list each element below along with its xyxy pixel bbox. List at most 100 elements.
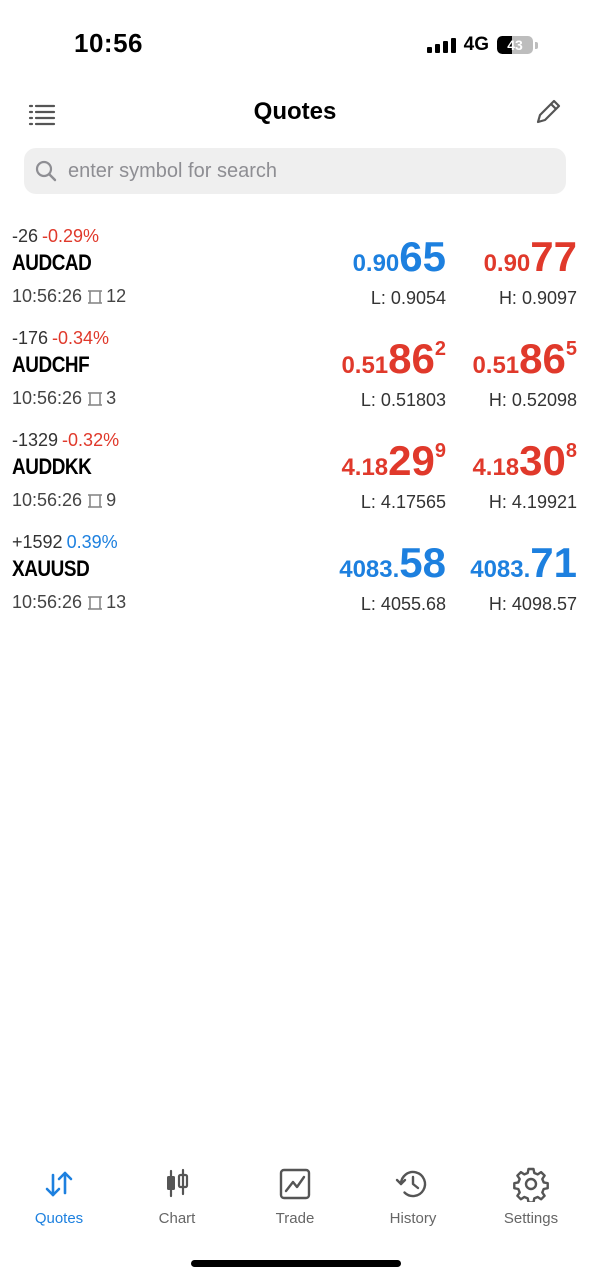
bid-price[interactable]: 0.9065 xyxy=(353,236,446,286)
time-spread-line: 10:56:26 3 xyxy=(12,388,116,409)
quote-time: 10:56:26 xyxy=(12,388,83,408)
tab-label: Settings xyxy=(503,1210,559,1227)
high-price: H: 0.9097 xyxy=(498,288,577,308)
quote-row[interactable]: -26 -0.29% AUDCAD 10:56:26 12 0.9065 0.90… xyxy=(0,226,590,328)
bid-big-digits: 29 xyxy=(388,437,435,484)
bid-superscript: 9 xyxy=(434,440,446,462)
spread-icon xyxy=(88,493,103,508)
ask-big-digits: 30 xyxy=(519,437,566,484)
time-spread-line: 10:56:26 9 xyxy=(12,490,116,511)
bid-prefix: 0.90 xyxy=(352,250,400,277)
tab-label: Quotes xyxy=(34,1210,84,1227)
low-price: L: 4.17565 xyxy=(360,492,446,512)
bid-big-digits: 86 xyxy=(388,335,435,382)
change-percent: -0.29% xyxy=(42,226,100,246)
bid-big-digits: 58 xyxy=(399,539,446,586)
change-percent: -0.34% xyxy=(52,328,110,348)
bid-prefix: 4.18 xyxy=(341,454,389,481)
spread-value: 12 xyxy=(106,286,127,306)
bid-big-digits: 65 xyxy=(399,233,446,280)
tab-label: Trade xyxy=(275,1210,315,1227)
high-price: H: 4098.57 xyxy=(488,594,577,614)
low-price: L: 4055.68 xyxy=(360,594,446,614)
ask-superscript: 5 xyxy=(565,338,577,360)
bid-price[interactable]: 4.18299 xyxy=(341,440,446,490)
quote-row[interactable]: -1329 -0.32% AUDDKK 10:56:26 9 4.18299 4.… xyxy=(0,430,590,532)
battery-icon: 43 xyxy=(497,36,533,54)
change-line: -176 -0.34% xyxy=(12,328,109,349)
bid-price[interactable]: 4083.58 xyxy=(339,542,446,592)
gear-icon xyxy=(513,1167,549,1202)
ask-prefix: 0.90 xyxy=(483,250,531,277)
change-line: -26 -0.29% xyxy=(12,226,99,247)
ask-price[interactable]: 0.51865 xyxy=(472,338,577,388)
nav-bar: Quotes xyxy=(0,92,590,140)
ask-prefix: 4083. xyxy=(470,556,531,583)
tab-chart[interactable]: Chart xyxy=(118,1160,236,1240)
symbol-name: XAUUSD xyxy=(12,556,90,581)
symbol-name: AUDCAD xyxy=(12,250,92,275)
spread-value: 13 xyxy=(106,592,127,612)
tab-label: Chart xyxy=(158,1210,196,1227)
tab-quotes[interactable]: Quotes xyxy=(0,1160,118,1240)
time-spread-line: 10:56:26 12 xyxy=(12,286,126,307)
change-percent: -0.32% xyxy=(62,430,120,450)
quote-time: 10:56:26 xyxy=(12,490,83,510)
tab-label: History xyxy=(389,1210,437,1227)
change-line: -1329 -0.32% xyxy=(12,430,119,451)
status-bar: 10:56 4G 43 xyxy=(0,0,590,80)
ask-big-digits: 86 xyxy=(519,335,566,382)
quote-row[interactable]: +1592 0.39% XAUUSD 10:56:26 13 4083.58 40… xyxy=(0,532,590,634)
tab-trade[interactable]: Trade xyxy=(236,1160,354,1240)
bid-price[interactable]: 0.51862 xyxy=(341,338,446,388)
change-line: +1592 0.39% xyxy=(12,532,118,553)
change-points: -1329 xyxy=(12,430,59,450)
ask-superscript: 8 xyxy=(565,440,577,462)
low-price: L: 0.51803 xyxy=(360,390,446,410)
spread-value: 9 xyxy=(106,490,117,510)
symbol-name: AUDCHF xyxy=(12,352,90,377)
ask-big-digits: 71 xyxy=(530,539,577,586)
tab-history[interactable]: History xyxy=(354,1160,472,1240)
high-price: H: 0.52098 xyxy=(488,390,577,410)
tab-settings[interactable]: Settings xyxy=(472,1160,590,1240)
bid-prefix: 0.51 xyxy=(341,352,389,379)
home-indicator xyxy=(191,1260,401,1267)
ask-big-digits: 77 xyxy=(530,233,577,280)
ask-price[interactable]: 4.18308 xyxy=(472,440,577,490)
status-time: 10:56 xyxy=(74,28,143,58)
search-bar xyxy=(24,148,566,194)
ask-prefix: 0.51 xyxy=(472,352,520,379)
ask-price[interactable]: 0.9077 xyxy=(484,236,577,286)
search-icon xyxy=(35,160,57,182)
battery-tip xyxy=(535,41,538,49)
tab-bar: Quotes Chart Trade History Settings xyxy=(0,1160,590,1240)
signal-icon xyxy=(426,37,456,53)
change-points: -26 xyxy=(12,226,39,246)
ask-prefix: 4.18 xyxy=(472,454,520,481)
spread-value: 3 xyxy=(106,388,117,408)
history-clock-icon xyxy=(395,1170,427,1198)
page-title: Quotes xyxy=(253,98,337,125)
low-price: L: 0.9054 xyxy=(370,288,446,308)
status-indicators: 4G 43 xyxy=(426,34,538,56)
pencil-icon[interactable] xyxy=(532,96,564,128)
change-points: +1592 xyxy=(12,532,63,552)
quotes-arrows-icon xyxy=(45,1171,73,1197)
time-spread-line: 10:56:26 13 xyxy=(12,592,126,613)
candlestick-icon xyxy=(167,1168,189,1198)
change-points: -176 xyxy=(12,328,49,348)
search-input[interactable] xyxy=(66,158,530,184)
symbol-name: AUDDKK xyxy=(12,454,92,479)
trade-chart-icon xyxy=(279,1168,311,1200)
change-percent: 0.39% xyxy=(66,532,118,552)
spread-icon xyxy=(88,289,103,304)
bid-superscript: 2 xyxy=(434,338,446,360)
quote-time: 10:56:26 xyxy=(12,286,83,306)
ask-price[interactable]: 4083.71 xyxy=(470,542,577,592)
spread-icon xyxy=(88,595,103,610)
spread-icon xyxy=(88,391,103,406)
bid-prefix: 4083. xyxy=(339,556,400,583)
high-price: H: 4.19921 xyxy=(488,492,577,512)
quote-row[interactable]: -176 -0.34% AUDCHF 10:56:26 3 0.51862 0.5… xyxy=(0,328,590,430)
